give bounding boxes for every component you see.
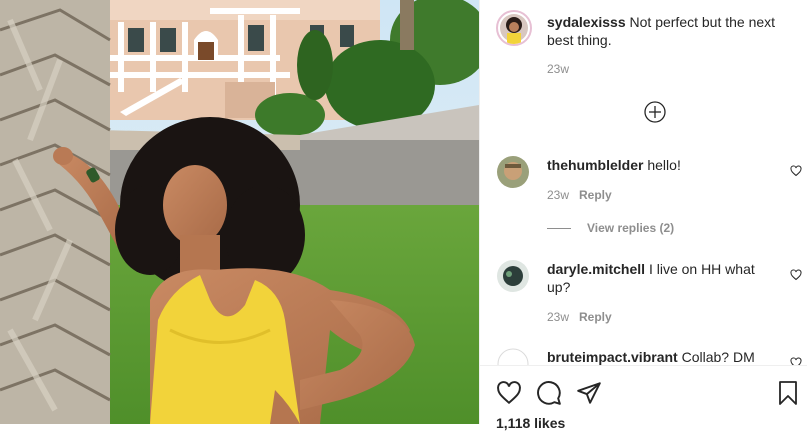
photo-illustration bbox=[0, 0, 479, 424]
comment-username[interactable]: daryle.mitchell bbox=[547, 261, 645, 277]
comment-meta: 23w Reply bbox=[547, 310, 612, 324]
reply-button[interactable]: Reply bbox=[579, 188, 612, 202]
comment-like-heart-icon[interactable] bbox=[790, 269, 802, 281]
comment-item: daryle.mitchell I live on HH what up? bbox=[547, 260, 762, 296]
view-replies-button[interactable]: View replies (2) bbox=[547, 221, 674, 235]
paper-plane-icon[interactable] bbox=[576, 380, 602, 406]
bookmark-icon[interactable] bbox=[776, 380, 800, 406]
load-more-comments-button[interactable] bbox=[644, 101, 666, 123]
caption-age: 23w bbox=[547, 62, 570, 76]
comment-username[interactable]: thehumblelder bbox=[547, 157, 643, 173]
author-avatar[interactable] bbox=[496, 10, 532, 46]
post-side-panel: sydalexisss Not perfect but the next bes… bbox=[479, 0, 807, 431]
comment-icon[interactable] bbox=[536, 380, 562, 406]
plus-circle-icon bbox=[644, 101, 666, 123]
comment-meta: 23w Reply bbox=[547, 188, 612, 202]
comment-text: hello! bbox=[647, 157, 681, 173]
comment-avatar[interactable] bbox=[497, 156, 529, 188]
likes-count[interactable]: 1,118 likes bbox=[496, 415, 565, 431]
comment-age: 23w bbox=[547, 310, 570, 324]
comment-username[interactable]: bruteimpact.vibrant bbox=[547, 349, 678, 365]
reply-button[interactable]: Reply bbox=[579, 310, 612, 324]
caption-username[interactable]: sydalexisss bbox=[547, 14, 626, 30]
avatar-image bbox=[497, 156, 529, 188]
comment-age: 23w bbox=[547, 188, 570, 202]
post-action-bar: 1,118 likes bbox=[480, 365, 807, 431]
comment-like-heart-icon[interactable] bbox=[790, 165, 802, 177]
comment-text: Collab? DM bbox=[681, 349, 755, 365]
post-caption: sydalexisss Not perfect but the next bes… bbox=[547, 13, 797, 49]
replies-divider bbox=[547, 228, 571, 230]
comment-item: thehumblelder hello! bbox=[547, 156, 762, 174]
view-replies-label: View replies (2) bbox=[587, 221, 675, 235]
comment-avatar[interactable] bbox=[497, 260, 529, 292]
heart-icon[interactable] bbox=[496, 380, 522, 406]
post-photo[interactable] bbox=[0, 0, 479, 424]
author-avatar-image bbox=[500, 14, 528, 44]
comment-item: bruteimpact.vibrant Collab? DM bbox=[547, 348, 762, 366]
avatar-image bbox=[497, 260, 529, 292]
